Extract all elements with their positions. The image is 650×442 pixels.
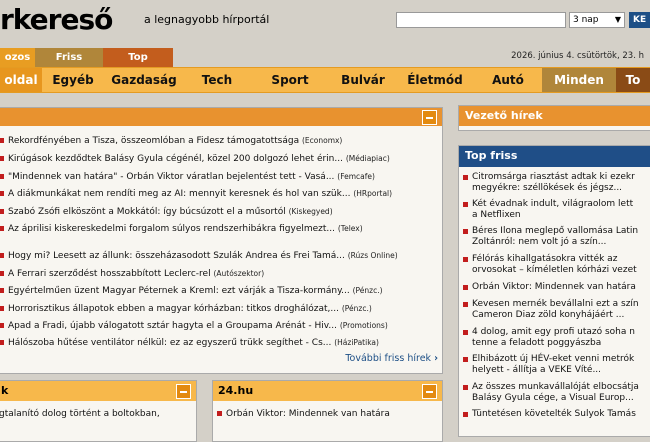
bullet-icon	[0, 288, 4, 293]
category-bar: oldal Egyéb Gazdaság Tech Sport Bulvár É…	[0, 67, 650, 93]
category-minden[interactable]: Minden	[542, 68, 616, 92]
search-button[interactable]: KE	[629, 12, 650, 28]
news-item[interactable]: Szabó Zsófi elköszönt a Mokkától: így bú…	[0, 203, 333, 221]
site-logo[interactable]: rkereső	[0, 4, 113, 36]
lower-mid-header: 24.hu	[213, 381, 442, 401]
list-item[interactable]: Citromsárga riasztást adtak ki ezekr megy…	[459, 172, 650, 194]
site-tagline: a legnagyobb hírportál	[144, 13, 270, 26]
bullet-icon	[463, 202, 468, 207]
tab-friss[interactable]: Friss	[35, 48, 103, 67]
more-news-link[interactable]: További friss hírek ›	[345, 353, 438, 364]
category-fooldal[interactable]: oldal	[0, 68, 42, 92]
minimize-icon[interactable]	[176, 384, 191, 399]
list-item[interactable]: Kevesen mernék bevállalni ezt a szín Came…	[459, 299, 650, 321]
bullet-icon	[0, 174, 4, 179]
bullet-icon	[463, 412, 468, 417]
top-friss-panel: Top friss Citromsárga riasztást adtak ki…	[458, 145, 650, 437]
minimize-icon[interactable]	[422, 384, 437, 399]
main-news-panel: Rekordfényében a Tisza, összeomlóban a F…	[0, 107, 443, 374]
news-item[interactable]: Horrorisztikus állapotok ebben a magyar …	[0, 300, 372, 318]
category-gazdasag[interactable]: Gazdaság	[104, 68, 184, 92]
lower-mid-title[interactable]: 24.hu	[218, 384, 253, 397]
current-date: 2026. június 4. csütörtök, 23. h	[511, 51, 644, 61]
lower-left-title: k	[1, 384, 9, 397]
category-sport[interactable]: Sport	[250, 68, 330, 92]
vezeto-title: Vezető hírek	[465, 109, 543, 122]
category-bulvar[interactable]: Bulvár	[330, 68, 396, 92]
top-friss-header: Top friss	[459, 146, 650, 167]
list-item[interactable]: 4 dolog, amit egy profi utazó soha n tenn…	[459, 327, 650, 349]
category-egyeb[interactable]: Egyéb	[42, 68, 104, 92]
news-item[interactable]: gtalanító dolog történt a boltokban,	[0, 405, 160, 423]
category-auto[interactable]: Autó	[474, 68, 542, 92]
top-friss-title: Top friss	[465, 149, 518, 162]
news-item[interactable]: Kirúgások kezdődtek Balásy Gyula cégénél…	[0, 150, 390, 168]
chevron-down-icon: ▼	[614, 15, 621, 24]
vezeto-header: Vezető hírek	[459, 106, 650, 126]
category-top[interactable]: To	[616, 68, 650, 92]
chevron-right-icon: ›	[434, 353, 438, 364]
list-item[interactable]: Két évadnak indult, világraolom lett a Ne…	[459, 199, 650, 221]
bullet-icon	[463, 357, 468, 362]
bullet-icon	[0, 253, 4, 258]
vezeto-panel: Vezető hírek	[458, 105, 650, 131]
list-item[interactable]: Béres Ilona meglepő vallomása Latin Zoltá…	[459, 226, 650, 248]
lower-left-header: k	[0, 381, 196, 401]
tab-kozos[interactable]: ozos	[0, 48, 35, 67]
news-item[interactable]: A Ferrari szerződést hosszabbított Lecle…	[0, 265, 264, 283]
bullet-icon	[0, 340, 4, 345]
bullet-icon	[0, 271, 4, 276]
news-item[interactable]: "Mindennek van határa" - Orbán Viktor vá…	[0, 168, 375, 186]
category-tech[interactable]: Tech	[184, 68, 250, 92]
bullet-icon	[463, 385, 468, 390]
search-input[interactable]	[396, 12, 566, 28]
bullet-icon	[463, 229, 468, 234]
bullet-icon	[463, 302, 468, 307]
news-item[interactable]: Hogy mi? Leesett az állunk: összeházasod…	[0, 247, 398, 265]
news-item[interactable]: Apad a Fradi, újabb válogatott sztár hag…	[0, 317, 388, 335]
news-item[interactable]: Rekordfényében a Tisza, összeomlóban a F…	[0, 132, 342, 150]
bullet-icon	[463, 175, 468, 180]
lower-left-panel: k gtalanító dolog történt a boltokban,	[0, 380, 197, 442]
news-item[interactable]: Az áprilisi kiskereskedelmi forgalom súl…	[0, 220, 363, 238]
category-eletmod[interactable]: Életmód	[396, 68, 474, 92]
main-news-header	[0, 108, 442, 126]
bullet-icon	[0, 138, 4, 143]
bullet-icon	[463, 285, 468, 290]
minimize-icon[interactable]	[422, 110, 437, 125]
days-select[interactable]: 3 nap ▼	[569, 12, 625, 28]
bullet-icon	[0, 226, 4, 231]
bullet-icon	[0, 323, 4, 328]
news-item[interactable]: Egyértelműen üzent Magyar Péternek a Kre…	[0, 282, 383, 300]
lower-mid-panel: 24.hu Orbán Viktor: Mindennek van határa	[212, 380, 443, 442]
list-item[interactable]: Az összes munkavállalóját elbocsátja Balá…	[459, 382, 650, 404]
bullet-icon	[0, 209, 4, 214]
days-select-value: 3 nap	[573, 15, 599, 25]
tab-top[interactable]: Top	[103, 48, 173, 67]
list-item[interactable]: Orbán Viktor: Mindennek van határa	[459, 282, 650, 293]
news-item[interactable]: Orbán Viktor: Mindennek van határa	[217, 405, 390, 423]
news-item[interactable]: Hálószoba hűtése ventilátor nélkül: ez a…	[0, 334, 379, 352]
header: rkereső a legnagyobb hírportál 3 nap ▼ K…	[0, 0, 650, 44]
news-item[interactable]: A diákmunkákat nem rendíti meg az AI: me…	[0, 185, 392, 203]
bullet-icon	[0, 191, 4, 196]
bullet-icon	[463, 330, 468, 335]
list-item[interactable]: Tüntetésen követelték Sulyok Tamás	[459, 409, 650, 420]
list-item[interactable]: Elhibázott új HÉV-eket venni metrók helye…	[459, 354, 650, 376]
bullet-icon	[0, 156, 4, 161]
bullet-icon	[217, 411, 222, 416]
bullet-icon	[0, 306, 4, 311]
list-item[interactable]: Félórás kihallgatásokra vitték az orvosok…	[459, 254, 650, 276]
bullet-icon	[463, 257, 468, 262]
